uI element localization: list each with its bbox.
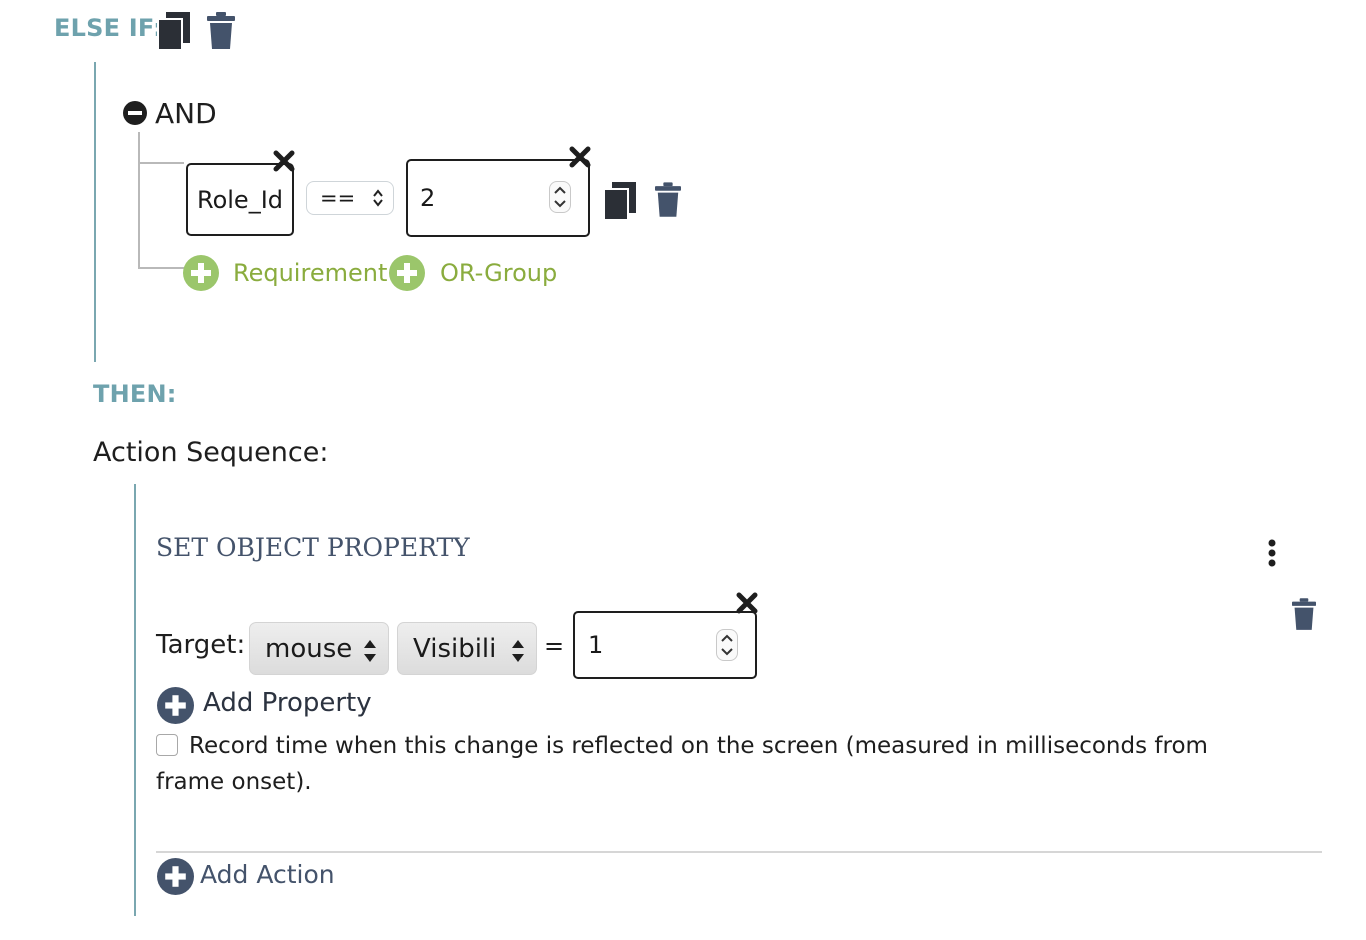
plus-circle-icon — [183, 255, 219, 295]
add-requirement-label: Requirement — [233, 259, 388, 287]
target-property-value: Visibili — [413, 633, 497, 664]
action-sequence-label: Action Sequence: — [93, 437, 329, 468]
condition-value: 2 — [420, 184, 436, 212]
number-stepper[interactable] — [716, 629, 738, 661]
plus-circle-icon — [157, 858, 194, 899]
copy-icon[interactable] — [603, 181, 637, 221]
then-label: THEN: — [93, 380, 177, 408]
property-value-input[interactable]: 1 — [573, 611, 757, 679]
trash-icon[interactable] — [207, 12, 235, 50]
add-action-button[interactable]: Add Action — [157, 858, 357, 896]
target-property-select[interactable]: Visibili — [397, 622, 537, 675]
action-title: SET OBJECT PROPERTY — [156, 533, 470, 562]
chevron-updown-icon — [372, 188, 384, 213]
trash-icon[interactable] — [655, 182, 681, 218]
action-sequence-line — [134, 484, 136, 916]
tree-vertical-line — [138, 132, 140, 268]
equals-sign: = — [544, 632, 565, 660]
plus-circle-icon — [157, 687, 194, 728]
target-label: Target: — [156, 630, 246, 660]
divider — [156, 851, 1322, 853]
tree-branch-line — [138, 162, 184, 164]
condition-value-input[interactable]: 2 — [406, 159, 590, 237]
add-or-group-button[interactable]: OR-Group — [389, 254, 559, 292]
copy-icon[interactable] — [157, 11, 191, 51]
sort-arrows-icon — [511, 638, 525, 671]
add-action-label: Add Action — [200, 860, 335, 889]
operator-value: == — [320, 186, 356, 210]
remove-value-icon[interactable] — [736, 592, 758, 614]
number-stepper[interactable] — [549, 181, 571, 213]
add-requirement-button[interactable]: Requirement — [183, 254, 387, 295]
add-property-label: Add Property — [203, 688, 372, 718]
else-if-label: ELSE IF: — [54, 14, 163, 42]
sort-arrows-icon — [363, 638, 377, 671]
record-time-text: Record time when this change is reflecte… — [156, 733, 1208, 795]
minus-circle-icon[interactable] — [122, 100, 148, 126]
condition-variable-field[interactable]: Role_Id — [186, 163, 294, 236]
and-label: AND — [155, 97, 217, 130]
remove-value-icon[interactable] — [569, 146, 591, 168]
remove-variable-icon[interactable] — [273, 150, 295, 172]
condition-variable-value: Role_Id — [196, 185, 284, 214]
property-value: 1 — [588, 631, 604, 659]
tree-branch-line — [138, 267, 184, 269]
add-or-group-label: OR-Group — [440, 259, 558, 287]
else-if-block-line — [94, 62, 96, 362]
add-property-button[interactable]: Add Property — [157, 687, 387, 725]
more-options-icon[interactable] — [1262, 538, 1282, 570]
operator-select[interactable]: == — [306, 181, 394, 215]
target-object-value: mouse — [265, 633, 353, 664]
plus-circle-icon — [389, 255, 425, 295]
trash-icon[interactable] — [1292, 597, 1316, 632]
target-object-select[interactable]: mouse — [249, 622, 389, 675]
